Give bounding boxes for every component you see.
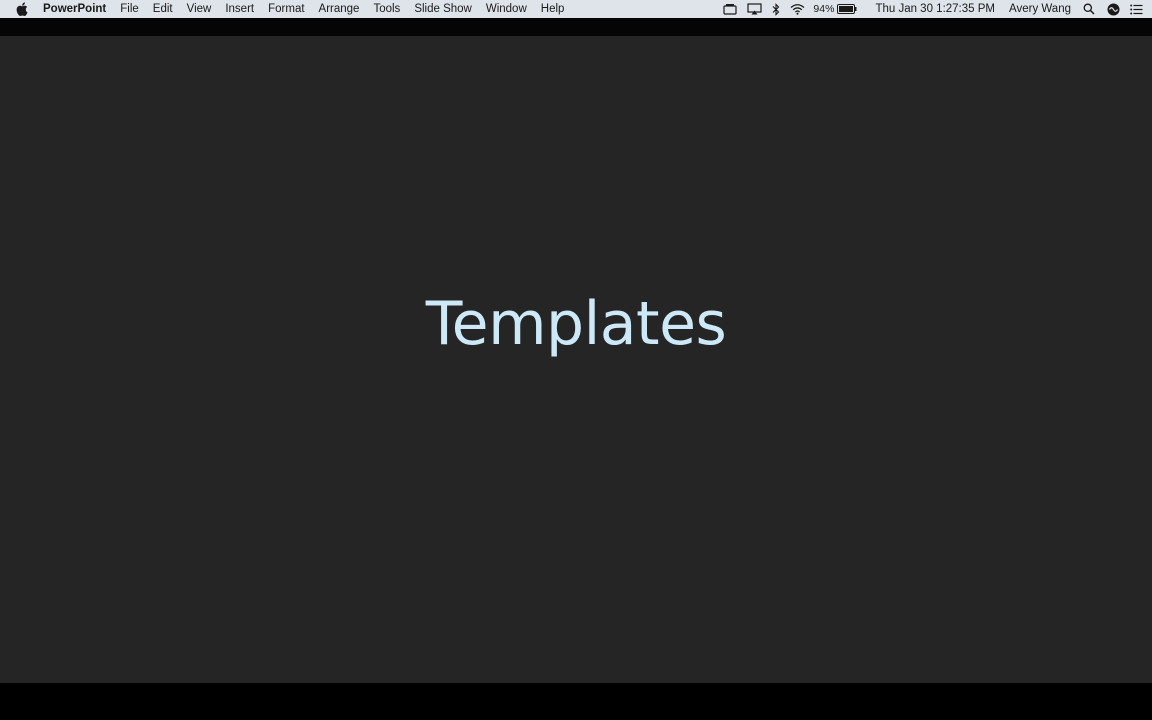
menu-bar: PowerPoint File Edit View Insert Format …	[0, 0, 1152, 18]
slide-title: Templates	[425, 289, 727, 359]
battery-icon[interactable]	[837, 0, 857, 18]
slideshow-top-band	[0, 18, 1152, 36]
siri-icon[interactable]	[1107, 0, 1120, 18]
user-name[interactable]: Avery Wang	[1009, 0, 1071, 18]
battery-percent: 94%	[813, 3, 835, 15]
menu-help[interactable]: Help	[541, 0, 565, 18]
status-area: 94% Thu Jan 30 1:27:35 PM Avery Wang	[713, 0, 1152, 18]
menu-window[interactable]: Window	[486, 0, 527, 18]
search-icon[interactable]	[1083, 0, 1095, 18]
menu-file[interactable]: File	[120, 0, 139, 18]
menu-slide-show[interactable]: Slide Show	[414, 0, 472, 18]
menu-view[interactable]: View	[187, 0, 212, 18]
bluetooth-icon[interactable]	[772, 0, 780, 18]
menu-edit[interactable]: Edit	[153, 0, 173, 18]
slideshow-bottom-band	[0, 683, 1152, 720]
slide-canvas[interactable]: Templates	[0, 36, 1152, 683]
menu-format[interactable]: Format	[268, 0, 304, 18]
apple-icon[interactable]	[16, 2, 28, 16]
menu-bar-left: PowerPoint File Edit View Insert Format …	[0, 0, 578, 18]
menu-insert[interactable]: Insert	[225, 0, 254, 18]
notification-center-icon[interactable]	[1130, 0, 1143, 18]
wifi-icon[interactable]	[790, 0, 805, 18]
screen-mirror-icon[interactable]	[723, 0, 738, 18]
clock[interactable]: Thu Jan 30 1:27:35 PM	[875, 0, 995, 18]
airplay-icon[interactable]	[747, 0, 763, 18]
menu-arrange[interactable]: Arrange	[319, 0, 360, 18]
menu-app-powerpoint[interactable]: PowerPoint	[43, 0, 106, 18]
menu-tools[interactable]: Tools	[373, 0, 400, 18]
